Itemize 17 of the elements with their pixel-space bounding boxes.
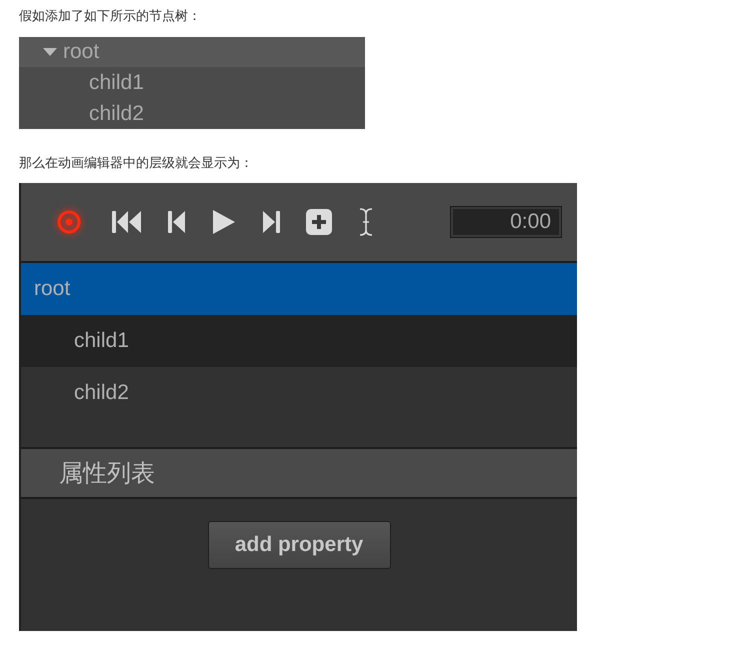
tree-node[interactable]: root [63,40,100,64]
step-back-icon[interactable] [168,210,186,234]
tree-node[interactable]: child1 [89,70,144,94]
add-icon[interactable] [306,209,332,235]
add-property-button[interactable]: add property [208,521,390,569]
expand-arrow-icon[interactable] [43,47,57,57]
section-header: 属性列表 [21,449,577,499]
play-icon[interactable] [212,209,236,235]
tree-node[interactable]: child2 [89,102,144,126]
time-display: 0:00 [451,207,561,237]
hierarchy-row[interactable]: child1 [21,315,577,367]
text-cursor-icon[interactable] [358,208,374,236]
intro-text: 假如添加了如下所示的节点树： [19,8,202,26]
step-forward-icon[interactable] [262,210,280,234]
hierarchy-row[interactable]: root [21,263,577,315]
skip-to-start-icon[interactable] [112,210,142,234]
description-text: 那么在动画编辑器中的层级就会显示为： [19,155,254,173]
